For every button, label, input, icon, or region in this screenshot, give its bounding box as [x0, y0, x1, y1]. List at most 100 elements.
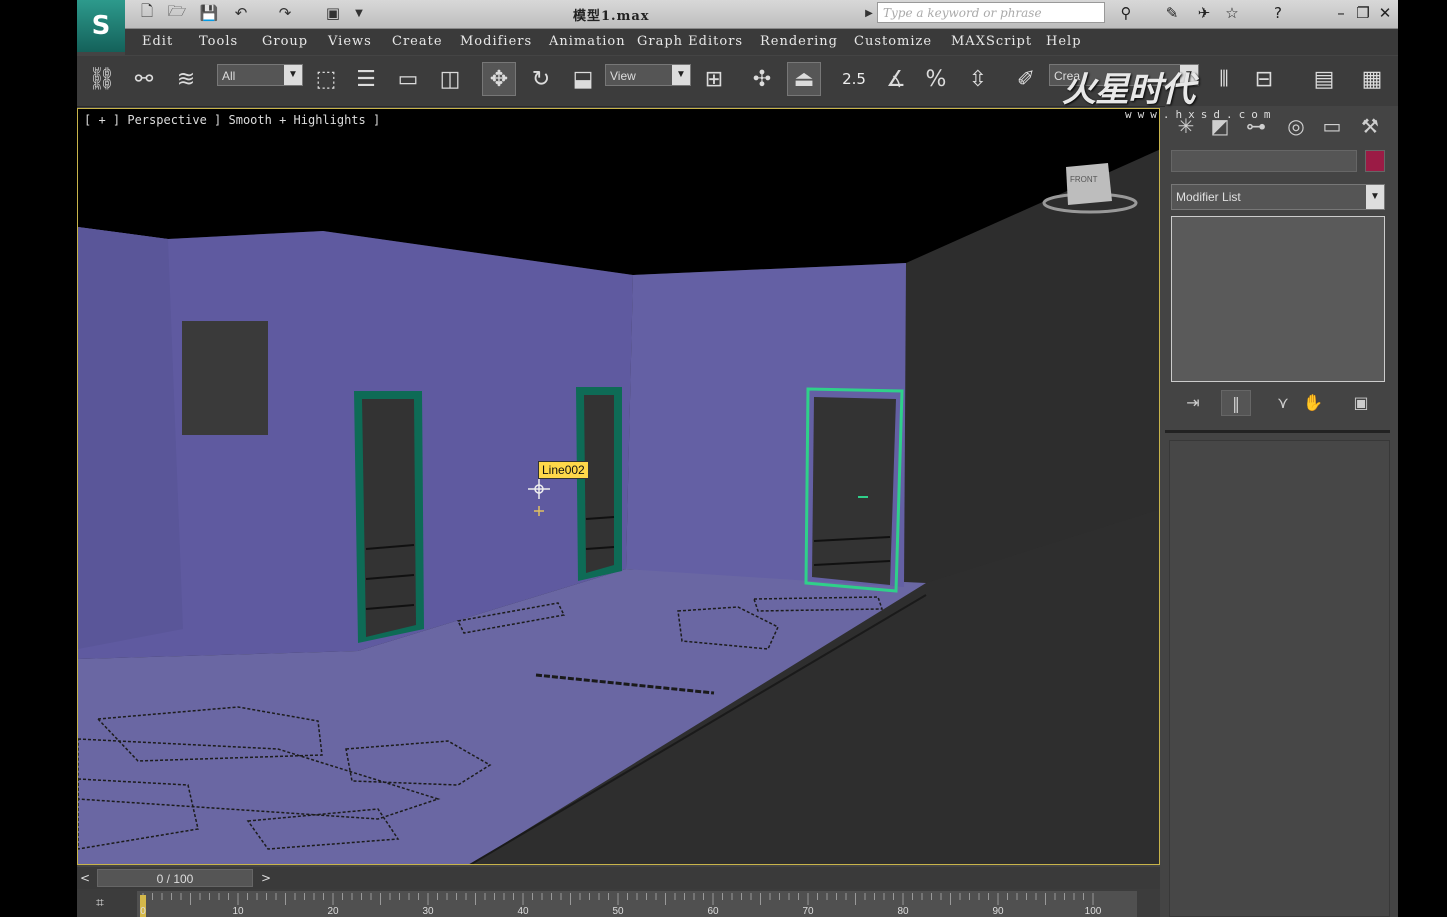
tick-label: 20 [327, 906, 339, 917]
favorites-star-icon[interactable]: ☆ [1221, 3, 1243, 23]
snaps-toggle-label: 2.5 [842, 70, 866, 88]
menu-animation[interactable]: Animation [549, 34, 626, 49]
menu-graph-editors[interactable]: Graph Editors [637, 34, 743, 49]
angle-snap-icon[interactable]: ∡ [879, 62, 913, 96]
tick-label: 0 [140, 906, 146, 917]
chevron-down-icon: ▼ [284, 65, 302, 85]
menu-tools[interactable]: Tools [199, 34, 238, 49]
tick-label: 60 [707, 906, 719, 917]
frame-ruler[interactable] [137, 891, 1137, 917]
render-setup-icon[interactable]: ▦ [1355, 62, 1389, 96]
select-by-name-icon[interactable]: ☰ [349, 62, 383, 96]
close-icon[interactable]: ✕ [1377, 3, 1393, 23]
viewcube-face-label[interactable]: FRONT [1070, 175, 1098, 184]
bind-space-warp-icon[interactable]: ≋ [169, 62, 203, 96]
display-tab-icon[interactable]: ▭ [1317, 110, 1347, 142]
chevron-right-icon[interactable]: ▶ [859, 3, 879, 23]
door-opening-3 [812, 397, 896, 585]
modifier-list-dropdown[interactable]: Modifier List ▼ [1171, 184, 1385, 210]
time-slider-bar: < 0 / 100 > [77, 867, 1160, 889]
window-opening [182, 321, 268, 435]
motion-tab-icon[interactable]: ◎ [1281, 110, 1311, 142]
pin-stack-icon[interactable]: ⇥ [1179, 390, 1207, 414]
menu-help[interactable]: Help [1046, 34, 1082, 49]
utilities-tab-icon[interactable]: ⚒ [1355, 110, 1385, 142]
help-icon[interactable]: ? [1267, 3, 1289, 23]
next-frame-button[interactable]: > [258, 869, 274, 887]
save-icon[interactable]: 💾 [199, 3, 219, 23]
edit-named-selection-icon[interactable]: ✐ [1009, 62, 1043, 96]
project-folder-icon[interactable]: ▣ [323, 3, 343, 23]
manipulate-icon[interactable]: ✣ [745, 62, 779, 96]
window-crossing-icon[interactable]: ◫ [433, 62, 467, 96]
mirror-icon[interactable]: ⫴ [1207, 62, 1241, 96]
configure-modifier-sets-icon[interactable]: ▣ [1347, 390, 1375, 414]
spinner-snap-icon[interactable]: ⇳ [961, 62, 995, 96]
remove-modifier-icon[interactable]: ✋ [1299, 390, 1327, 414]
tick-label: 30 [422, 906, 434, 917]
select-and-move-icon[interactable]: ✥ [482, 62, 516, 96]
prev-frame-button[interactable]: < [77, 869, 93, 887]
quick-access-dropdown-icon[interactable]: ▼ [349, 3, 369, 23]
snaps-toggle-icon[interactable]: 2.5 [837, 62, 871, 96]
pivot-center-icon[interactable]: ⊞ [697, 62, 731, 96]
communication-center-icon[interactable]: ✈ [1193, 3, 1215, 23]
menu-edit[interactable]: Edit [142, 34, 173, 49]
redo-icon[interactable]: ↷ [275, 3, 295, 23]
time-slider[interactable]: 0 / 100 [97, 869, 253, 887]
selection-filter-value: All [222, 69, 236, 83]
reference-coordinate-dropdown[interactable]: View ▼ [605, 64, 691, 86]
percent-snap-icon[interactable]: % [919, 62, 953, 96]
object-tooltip: Line002 [538, 461, 589, 479]
door-opening-1 [362, 399, 416, 637]
tick-label: 100 [1084, 906, 1102, 917]
viewport-label[interactable]: [ + ] Perspective ] Smooth + Highlights … [84, 113, 380, 127]
key-mode-icon[interactable]: ⌗ [87, 895, 113, 913]
main-toolbar: ⛓ ⚯ ≋ All ▼ ⬚ ☰ ▭ ◫ ✥ ↻ ⬓ View ▼ ⊞ ✣ ⏏ 2.5… [77, 56, 1398, 107]
undo-icon[interactable]: ↶ [231, 3, 251, 23]
object-name-field[interactable] [1171, 150, 1357, 172]
title-bar: 🗋 🗁 💾 ↶ ↷ ▣ ▼ 模型1.max ▶ Type a keyword o… [77, 0, 1398, 29]
menu-customize[interactable]: Customize [854, 34, 932, 49]
select-and-rotate-icon[interactable]: ↻ [524, 62, 558, 96]
select-object-icon[interactable]: ⬚ [309, 62, 343, 96]
keyboard-shortcut-override-icon[interactable]: ⏏ [787, 62, 821, 96]
minimize-icon[interactable]: – [1333, 3, 1349, 23]
select-and-link-icon[interactable]: ⛓ [85, 62, 119, 96]
perspective-viewport[interactable]: [ + ] Perspective ] Smooth + Highlights … [77, 108, 1160, 865]
scene-render [78, 109, 1159, 864]
menu-views[interactable]: Views [328, 34, 372, 49]
menu-group[interactable]: Group [262, 34, 308, 49]
make-unique-icon[interactable]: ⋎ [1269, 390, 1297, 414]
selection-filter-dropdown[interactable]: All ▼ [217, 64, 303, 86]
tick-label: 90 [992, 906, 1004, 917]
align-icon[interactable]: ⊟ [1247, 62, 1281, 96]
door-opening-2 [584, 395, 614, 573]
menu-modifiers[interactable]: Modifiers [460, 34, 532, 49]
restore-icon[interactable]: ❐ [1355, 3, 1371, 23]
layer-manager-icon[interactable]: ▤ [1307, 62, 1341, 96]
menu-create[interactable]: Create [392, 34, 443, 49]
modifier-stack[interactable] [1171, 216, 1385, 382]
menu-rendering[interactable]: Rendering [760, 34, 838, 49]
menu-bar: Edit Tools Group Views Create Modifiers … [125, 29, 1398, 55]
application-menu-logo-icon[interactable]: S [77, 0, 125, 52]
document-title: 模型1.max [573, 9, 650, 24]
parameters-rollout [1169, 440, 1390, 917]
chevron-down-icon: ▼ [672, 65, 690, 85]
modifier-list-label: Modifier List [1176, 190, 1241, 204]
tick-label: 80 [897, 906, 909, 917]
panel-divider [1165, 430, 1390, 433]
object-color-swatch[interactable] [1365, 150, 1385, 172]
new-file-icon[interactable]: 🗋 [137, 2, 157, 23]
open-file-icon[interactable]: 🗁 [167, 2, 187, 23]
binoculars-icon[interactable]: ⚲ [1115, 3, 1137, 23]
unlink-icon[interactable]: ⚯ [127, 62, 161, 96]
wall-shade [78, 227, 183, 649]
rectangular-selection-icon[interactable]: ▭ [391, 62, 425, 96]
show-end-result-icon[interactable]: ‖ [1221, 390, 1251, 416]
search-input[interactable]: Type a keyword or phrase [877, 2, 1105, 23]
select-and-scale-icon[interactable]: ⬓ [566, 62, 600, 96]
menu-maxscript[interactable]: MAXScript [951, 34, 1032, 49]
subscription-icon[interactable]: ✎ [1161, 3, 1183, 23]
